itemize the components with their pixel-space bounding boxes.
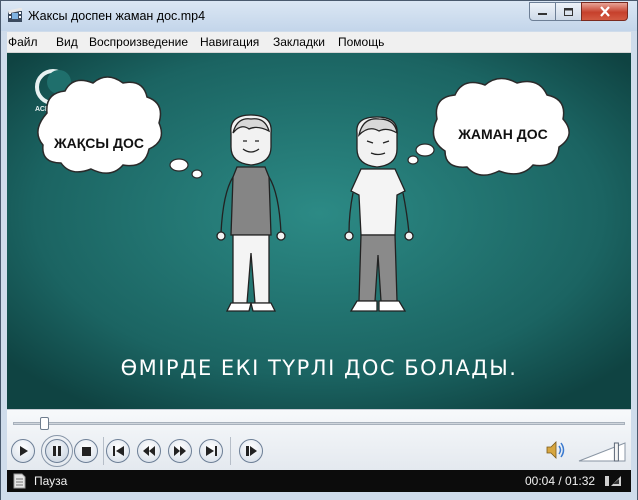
- menu-bookmarks[interactable]: Закладки: [273, 35, 325, 49]
- skip-previous-icon: [112, 446, 124, 456]
- maximize-button[interactable]: [555, 2, 582, 21]
- play-button[interactable]: [11, 439, 35, 463]
- rewind-button[interactable]: [137, 439, 161, 463]
- stop-icon: [81, 446, 91, 456]
- stop-button[interactable]: [74, 439, 98, 463]
- skip-next-icon: [205, 446, 217, 456]
- video-frame: АСЫЛ ЖАҚСЫ ДОС ЖАМАН ДОС ӨМІРДЕ ЕКІ ТҮРЛ…: [7, 53, 631, 409]
- play-icon: [20, 446, 28, 456]
- minimize-icon: [538, 12, 547, 15]
- volume-slider[interactable]: [577, 440, 627, 462]
- window-title: Жаксы доспен жаман дос.mp4: [28, 9, 206, 23]
- fast-forward-icon: [174, 446, 186, 456]
- menu-playback[interactable]: Воспроизведение: [89, 35, 188, 49]
- title-bar[interactable]: Жаксы доспен жаман дос.mp4: [1, 1, 637, 31]
- menu-navigation[interactable]: Навигация: [200, 35, 259, 49]
- controls-separator: [103, 437, 104, 465]
- signal-icon: [605, 476, 621, 486]
- menu-view[interactable]: Вид: [56, 35, 78, 49]
- seek-thumb[interactable]: [39, 417, 49, 430]
- menu-bar: Файл Вид Воспроизведение Навигация Закла…: [7, 32, 631, 53]
- time-display: 00:04 / 01:32: [525, 474, 596, 488]
- minimize-button[interactable]: [529, 2, 556, 21]
- menu-help[interactable]: Помощь: [338, 35, 384, 49]
- close-button[interactable]: [581, 2, 628, 21]
- frame-step-icon: [245, 446, 257, 456]
- status-bar: Пауза 00:04 / 01:32: [7, 470, 631, 492]
- speaker-icon[interactable]: [545, 440, 567, 460]
- right-bubble-text: ЖАМАН ДОС: [457, 126, 548, 142]
- video-area[interactable]: АСЫЛ ЖАҚСЫ ДОС ЖАМАН ДОС ӨМІРДЕ ЕКІ ТҮРЛ…: [7, 53, 631, 409]
- frame-step-button[interactable]: [239, 439, 263, 463]
- maximize-icon: [564, 7, 573, 16]
- pause-button[interactable]: [41, 435, 73, 467]
- player-window: Жаксы доспен жаман дос.mp4 Файл Вид Восп…: [0, 0, 638, 500]
- playback-state: Пауза: [34, 474, 68, 488]
- previous-button[interactable]: [106, 439, 130, 463]
- next-button[interactable]: [199, 439, 223, 463]
- playback-controls: [7, 409, 631, 470]
- close-icon: [599, 6, 610, 17]
- subtitle-text: ӨМІРДЕ ЕКІ ТҮРЛІ ДОС БОЛАДЫ.: [121, 356, 518, 380]
- document-icon: [13, 473, 26, 489]
- menu-file[interactable]: Файл: [8, 35, 38, 49]
- pause-icon: [53, 446, 61, 456]
- controls-separator: [230, 437, 231, 465]
- seek-bar[interactable]: [13, 422, 625, 425]
- film-app-icon: [7, 8, 23, 22]
- window-frame-bottom: [1, 492, 637, 500]
- rewind-icon: [143, 446, 155, 456]
- left-bubble-text: ЖАҚСЫ ДОС: [53, 135, 144, 151]
- fast-forward-button[interactable]: [168, 439, 192, 463]
- volume-wedge-icon: [578, 442, 626, 462]
